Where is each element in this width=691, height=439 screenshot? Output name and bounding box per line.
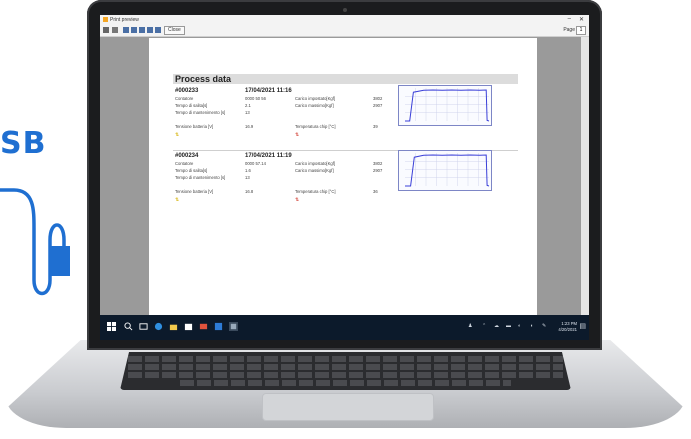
field-label: Contatore xyxy=(175,96,194,101)
laptop-lid: Print preview – ✕ Close Page 1 Process d… xyxy=(87,0,602,350)
record-id: #000234 xyxy=(175,153,199,159)
task-view-icon[interactable] xyxy=(139,322,148,331)
screen: Print preview – ✕ Close Page 1 Process d… xyxy=(100,15,589,340)
field-value: 13 xyxy=(245,110,250,115)
status-icon-yellow: ⇅ xyxy=(175,132,180,138)
mail-icon[interactable] xyxy=(199,322,208,331)
app-icon xyxy=(103,17,108,22)
window-title: Print preview xyxy=(110,17,139,23)
cloud-icon[interactable]: ☁ xyxy=(494,323,499,329)
page-label: Page xyxy=(563,27,575,33)
one-page-icon[interactable] xyxy=(123,27,129,33)
force-chart xyxy=(398,150,492,191)
field-label-2: Temperatura chip [°C] xyxy=(295,189,336,194)
status-icon-yellow: ⇅ xyxy=(175,197,180,203)
file-explorer-icon[interactable] xyxy=(169,322,178,331)
usb-cable-icon xyxy=(0,188,70,296)
four-pages-icon[interactable] xyxy=(147,27,153,33)
vertical-scrollbar[interactable] xyxy=(581,37,589,315)
field-label: Tensione batteria [V] xyxy=(175,189,214,194)
active-app-icon[interactable] xyxy=(229,322,238,331)
status-icon-red: ⇅ xyxy=(295,132,300,138)
field-label-2: Carico massimo[Kgf] xyxy=(295,168,334,173)
field-label: Tensione batteria [V] xyxy=(175,124,214,129)
field-value: 16.8 xyxy=(245,189,254,194)
window-titlebar: Print preview – ✕ xyxy=(100,15,589,25)
clock-date: 4/20/2021 xyxy=(558,327,577,332)
trackpad xyxy=(262,393,434,421)
search-icon[interactable] xyxy=(124,322,133,331)
network-icon[interactable]: ◐ xyxy=(518,323,521,329)
status-icon-red: ⇅ xyxy=(295,197,300,203)
app-icon-blue[interactable] xyxy=(214,322,223,331)
six-pages-icon[interactable] xyxy=(155,27,161,33)
pen-icon[interactable]: ✎ xyxy=(542,323,546,329)
windows-start-icon[interactable] xyxy=(107,322,116,331)
field-value: 0000 50 56 xyxy=(245,96,266,101)
preview-toolbar: Close Page 1 xyxy=(100,25,589,37)
people-icon[interactable]: ♟ xyxy=(468,323,472,329)
keyboard xyxy=(120,352,571,390)
volume-icon[interactable]: ◖ xyxy=(530,323,533,329)
webcam xyxy=(343,8,347,12)
field-label: Contatore xyxy=(175,161,194,166)
preview-area: Process data #000233 17/04/2021 11:16 Cont… xyxy=(100,37,581,328)
report-heading: Process data xyxy=(173,74,518,84)
record-datetime: 17/04/2021 11:16 xyxy=(245,88,292,94)
field-value-2: 3802 xyxy=(373,161,383,166)
field-value-2: 2907 xyxy=(373,168,383,173)
chevron-up-icon[interactable]: ⌃ xyxy=(482,323,486,329)
print-icon[interactable] xyxy=(103,27,109,33)
usb-label: SB xyxy=(0,126,47,161)
field-label: Tempo di salita[s] xyxy=(175,168,208,173)
field-value: 2.1 xyxy=(245,103,251,108)
two-pages-icon[interactable] xyxy=(131,27,137,33)
chart-svg xyxy=(405,153,490,187)
notifications-icon[interactable]: ▤ xyxy=(579,322,586,330)
field-value-2: 3802 xyxy=(373,96,383,101)
force-chart xyxy=(398,85,492,126)
store-icon[interactable] xyxy=(184,322,193,331)
field-value: 16.9 xyxy=(245,124,254,129)
three-pages-icon[interactable] xyxy=(139,27,145,33)
field-value: 13 xyxy=(245,175,250,180)
minimize-button[interactable]: – xyxy=(568,16,571,22)
chart-svg xyxy=(405,88,490,122)
edge-browser-icon[interactable] xyxy=(154,322,163,331)
field-value: 0000 57.14 xyxy=(245,161,266,166)
close-window-button[interactable]: ✕ xyxy=(579,16,584,23)
report-page: Process data #000233 17/04/2021 11:16 Cont… xyxy=(149,38,537,328)
system-clock[interactable]: 1:23 PM 4/20/2021 xyxy=(558,321,577,333)
zoom-icon[interactable] xyxy=(112,27,118,33)
battery-icon[interactable]: ▬ xyxy=(506,323,511,329)
field-value-2: 2907 xyxy=(373,103,383,108)
field-value: 1.6 xyxy=(245,168,251,173)
field-label: Tempo di mantenimento [s] xyxy=(175,110,226,115)
field-label: Tempo di mantenimento [s] xyxy=(175,175,226,180)
record-id: #000233 xyxy=(175,88,199,94)
field-label-2: Carico massimo[Kgf] xyxy=(295,103,334,108)
field-label: Tempo di salita[s] xyxy=(175,103,208,108)
page-number-input[interactable]: 1 xyxy=(576,26,586,35)
taskbar: ♟ ⌃ ☁ ▬ ◐ ◖ ✎ 1:23 PM 4/20/2021 ▤ xyxy=(100,315,589,340)
field-label-2: Carico impostato[Kgf] xyxy=(295,96,336,101)
field-label-2: Carico impostato[Kgf] xyxy=(295,161,336,166)
field-value-2: 39 xyxy=(373,124,378,129)
record-datetime: 17/04/2021 11:19 xyxy=(245,153,292,159)
field-label-2: Temperatura chip [°C] xyxy=(295,124,336,129)
close-preview-button[interactable]: Close xyxy=(164,26,185,35)
field-value-2: 36 xyxy=(373,189,378,194)
